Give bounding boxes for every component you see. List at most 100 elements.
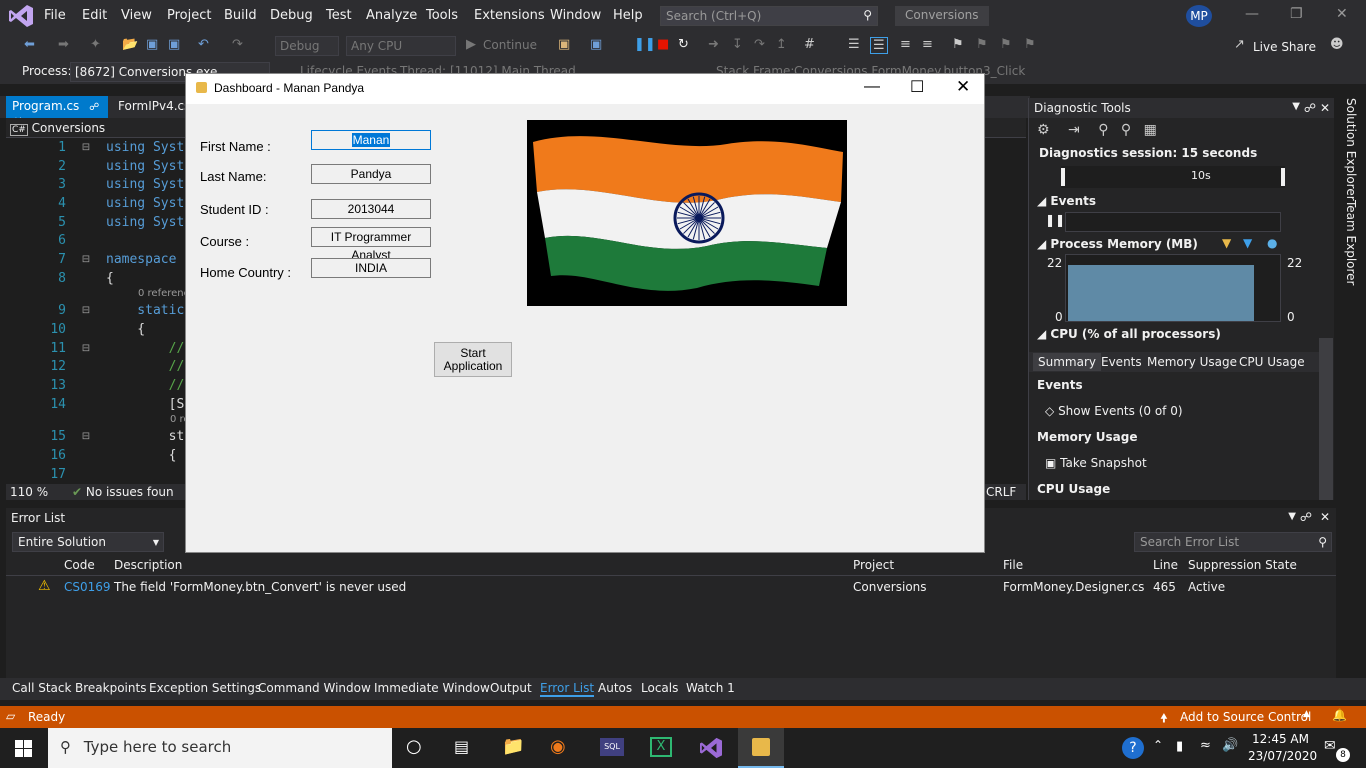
redo-icon[interactable]: ↷: [232, 37, 243, 52]
tab-memory-usage[interactable]: Memory Usage: [1147, 355, 1237, 369]
dropdown-icon[interactable]: ▼: [1292, 101, 1300, 112]
maximize-icon[interactable]: ☐: [910, 77, 924, 97]
tab-command-window[interactable]: Command Window: [258, 681, 371, 695]
running-app-button[interactable]: [738, 728, 784, 768]
hot-reload-icon[interactable]: ▣: [590, 37, 602, 52]
col-project[interactable]: Project: [853, 558, 894, 572]
col-code[interactable]: Code: [64, 558, 95, 572]
live-share-icon[interactable]: ↗: [1234, 37, 1245, 52]
pin-icon[interactable]: ☍: [1300, 510, 1312, 524]
export-icon[interactable]: ⇥: [1068, 122, 1080, 138]
first-name-field[interactable]: Manan: [311, 130, 431, 150]
collapse-icon[interactable]: ⊟: [66, 142, 106, 153]
reset-zoom-icon[interactable]: ▦: [1144, 122, 1157, 138]
pause-events-icon[interactable]: ❚❚: [1045, 213, 1065, 227]
pause-icon[interactable]: ❚❚: [634, 37, 656, 52]
collapse-icon[interactable]: ⊟: [66, 343, 106, 354]
issues-status[interactable]: No issues foun: [86, 485, 174, 499]
prev-bookmark-icon[interactable]: ⚑: [976, 37, 988, 52]
zoom-in-icon[interactable]: ⚲: [1098, 122, 1108, 138]
source-control-button[interactable]: Add to Source Control: [1180, 710, 1311, 724]
take-snapshot-button[interactable]: ▣ Take Snapshot: [1045, 456, 1147, 470]
collapse-icon[interactable]: ⊟: [66, 254, 106, 265]
avatar[interactable]: MP: [1186, 5, 1212, 27]
tab-output[interactable]: Output: [490, 681, 532, 695]
notifications-icon[interactable]: 🔔: [1332, 708, 1347, 722]
dialog-titlebar[interactable]: Dashboard - Manan Pandya — ☐ ✕: [186, 74, 984, 104]
quick-search-input[interactable]: Search (Ctrl+Q) ⚲: [660, 6, 878, 26]
show-next-statement-icon[interactable]: ➜: [708, 37, 719, 52]
menu-view[interactable]: View: [121, 8, 152, 23]
col-suppression[interactable]: Suppression State: [1188, 558, 1297, 572]
tab-breakpoints[interactable]: Breakpoints: [75, 681, 146, 695]
bookmark-icon[interactable]: ⚑: [952, 37, 964, 52]
configuration-select[interactable]: Debug: [275, 36, 339, 56]
last-name-field[interactable]: Pandya: [311, 164, 431, 184]
collapse-icon[interactable]: ⊟: [66, 305, 106, 316]
tab-events[interactable]: Events: [1101, 355, 1142, 369]
output-window-icon[interactable]: ▱: [6, 709, 15, 723]
col-description[interactable]: Description: [114, 558, 182, 572]
windows-start-icon[interactable]: [15, 740, 32, 757]
zoom-out-icon[interactable]: ⚲: [1121, 122, 1131, 138]
help-icon[interactable]: ?: [1122, 737, 1144, 759]
taskbar-search-input[interactable]: ⚲ Type here to search: [48, 728, 392, 768]
error-code-link[interactable]: CS0169: [64, 580, 111, 594]
feedback-icon[interactable]: ☻: [1330, 37, 1344, 52]
menu-build[interactable]: Build: [224, 8, 257, 23]
process-icon[interactable]: ▣: [558, 37, 570, 52]
tab-error-list[interactable]: Error List: [540, 681, 595, 697]
menu-analyze[interactable]: Analyze: [366, 8, 417, 23]
dropdown-icon[interactable]: ▼: [1288, 511, 1296, 522]
platform-select[interactable]: Any CPU: [346, 36, 456, 56]
step-into-icon[interactable]: ↧: [732, 37, 743, 52]
live-share-button[interactable]: Live Share: [1253, 40, 1316, 54]
tab-autos[interactable]: Autos: [598, 681, 632, 695]
close-icon[interactable]: ✕: [956, 77, 970, 97]
menu-extensions[interactable]: Extensions: [474, 8, 545, 23]
tab-immediate-window[interactable]: Immediate Window: [374, 681, 490, 695]
pin-icon[interactable]: ☍: [89, 102, 99, 113]
chevron-up-icon[interactable]: ▲: [1303, 709, 1310, 719]
start-application-button[interactable]: Start Application: [434, 342, 512, 377]
solution-explorer-tab[interactable]: Solution Explorer: [1344, 98, 1358, 201]
close-icon[interactable]: ✕: [1320, 510, 1330, 524]
memory-graph[interactable]: [1065, 254, 1281, 322]
home-country-field[interactable]: INDIA: [311, 258, 431, 278]
team-explorer-tab[interactable]: Team Explorer: [1344, 200, 1358, 286]
tab-formipv4-cs[interactable]: FormIPv4.cs: [112, 96, 196, 118]
volume-icon[interactable]: 🔊: [1222, 738, 1238, 753]
clear-bookmarks-icon[interactable]: ⚑: [1024, 37, 1036, 52]
wifi-icon[interactable]: ≈: [1200, 738, 1211, 753]
clock-time[interactable]: 12:45 AM: [1252, 732, 1309, 746]
minimize-icon[interactable]: —: [1245, 6, 1259, 22]
menu-window[interactable]: Window: [550, 8, 601, 23]
firefox-icon[interactable]: ◉: [550, 736, 566, 757]
new-project-icon[interactable]: ✦: [90, 37, 101, 52]
events-track[interactable]: [1065, 212, 1281, 232]
diag-scrollbar[interactable]: [1319, 338, 1333, 500]
student-id-field[interactable]: 2013044: [311, 199, 431, 219]
error-search-input[interactable]: Search Error List ⚲: [1134, 532, 1332, 552]
show-events-link[interactable]: ◇ Show Events (0 of 0): [1045, 404, 1183, 418]
step-over-icon[interactable]: ↷: [754, 37, 765, 52]
settings-icon[interactable]: ⚙: [1037, 122, 1050, 138]
file-explorer-icon[interactable]: 📁: [502, 736, 524, 757]
outdent-icon[interactable]: ≡: [922, 37, 933, 52]
course-field[interactable]: IT Programmer Analyst: [311, 227, 431, 262]
zoom-level[interactable]: 110 %: [10, 485, 48, 499]
table-row[interactable]: ⚠ CS0169 The field 'FormMoney.btn_Conver…: [6, 578, 1336, 598]
col-line[interactable]: Line: [1153, 558, 1178, 572]
save-icon[interactable]: ▣: [146, 37, 158, 52]
line-ending[interactable]: CRLF: [986, 485, 1016, 499]
menu-project[interactable]: Project: [167, 8, 211, 23]
tab-call-stack[interactable]: Call Stack: [12, 681, 71, 695]
continue-icon[interactable]: ▶: [466, 37, 476, 52]
excel-icon[interactable]: X: [650, 737, 672, 757]
continue-button[interactable]: Continue: [483, 38, 537, 52]
tab-cpu-usage[interactable]: CPU Usage: [1239, 355, 1305, 369]
menu-help[interactable]: Help: [613, 8, 643, 23]
chevron-up-icon[interactable]: ⌃: [1153, 738, 1163, 752]
scope-select[interactable]: Entire Solution ▼: [12, 532, 164, 552]
tab-locals[interactable]: Locals: [641, 681, 678, 695]
